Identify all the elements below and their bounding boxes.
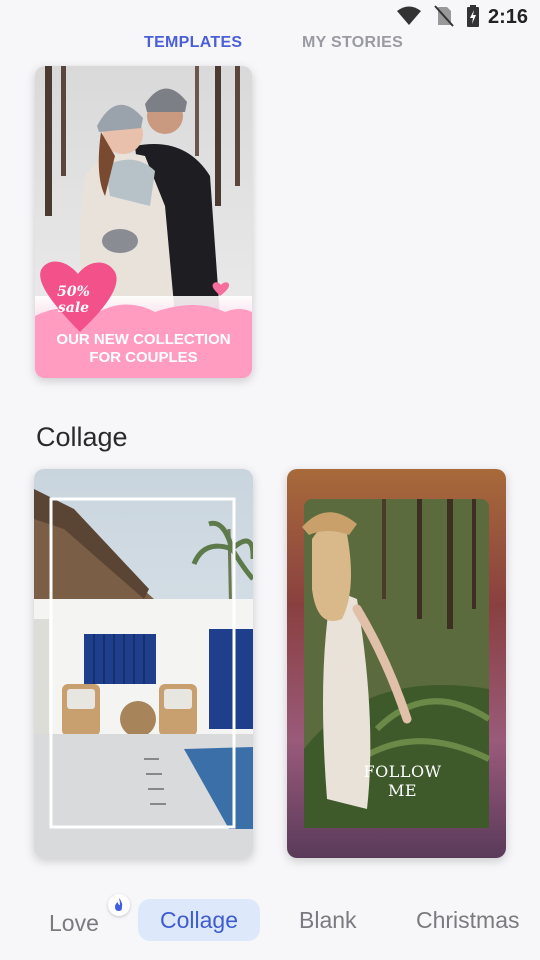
tab-templates[interactable]: TEMPLATES — [144, 34, 242, 52]
collection-caption-line1: OUR NEW COLLECTION — [56, 331, 231, 348]
status-bar: 2:16 — [0, 0, 540, 34]
status-time: 2:16 — [487, 6, 528, 28]
category-love[interactable]: Love — [49, 902, 99, 944]
no-sim-icon — [434, 5, 454, 27]
top-tabs: TEMPLATES MY STORIES — [0, 34, 540, 58]
follow-me-line2: ME — [387, 781, 418, 800]
category-bar: Love Collage Blank Christmas — [0, 894, 540, 946]
battery-icon — [467, 5, 479, 27]
category-collage[interactable]: Collage — [138, 899, 260, 941]
template-card-follow-me[interactable]: FOLLOW ME — [287, 469, 506, 858]
template-card-house[interactable] — [34, 469, 253, 858]
wifi-icon — [397, 6, 421, 25]
template-card-couples[interactable]: 50% sale OUR NEW COLLECTION FOR COUPLES — [35, 66, 252, 378]
fire-icon — [108, 894, 130, 916]
follow-me-line1: FOLLOW — [363, 762, 442, 781]
status-icons — [396, 5, 480, 27]
sale-badge-percent: 50% — [57, 284, 90, 300]
category-blank[interactable]: Blank — [299, 899, 357, 941]
sale-badge-label: sale — [57, 300, 90, 316]
section-title-collage: Collage — [36, 422, 128, 452]
category-christmas[interactable]: Christmas — [416, 899, 520, 941]
house-photo — [34, 469, 253, 858]
collection-caption-line2: FOR COUPLES — [89, 349, 198, 366]
tab-my-stories[interactable]: MY STORIES — [302, 34, 403, 52]
